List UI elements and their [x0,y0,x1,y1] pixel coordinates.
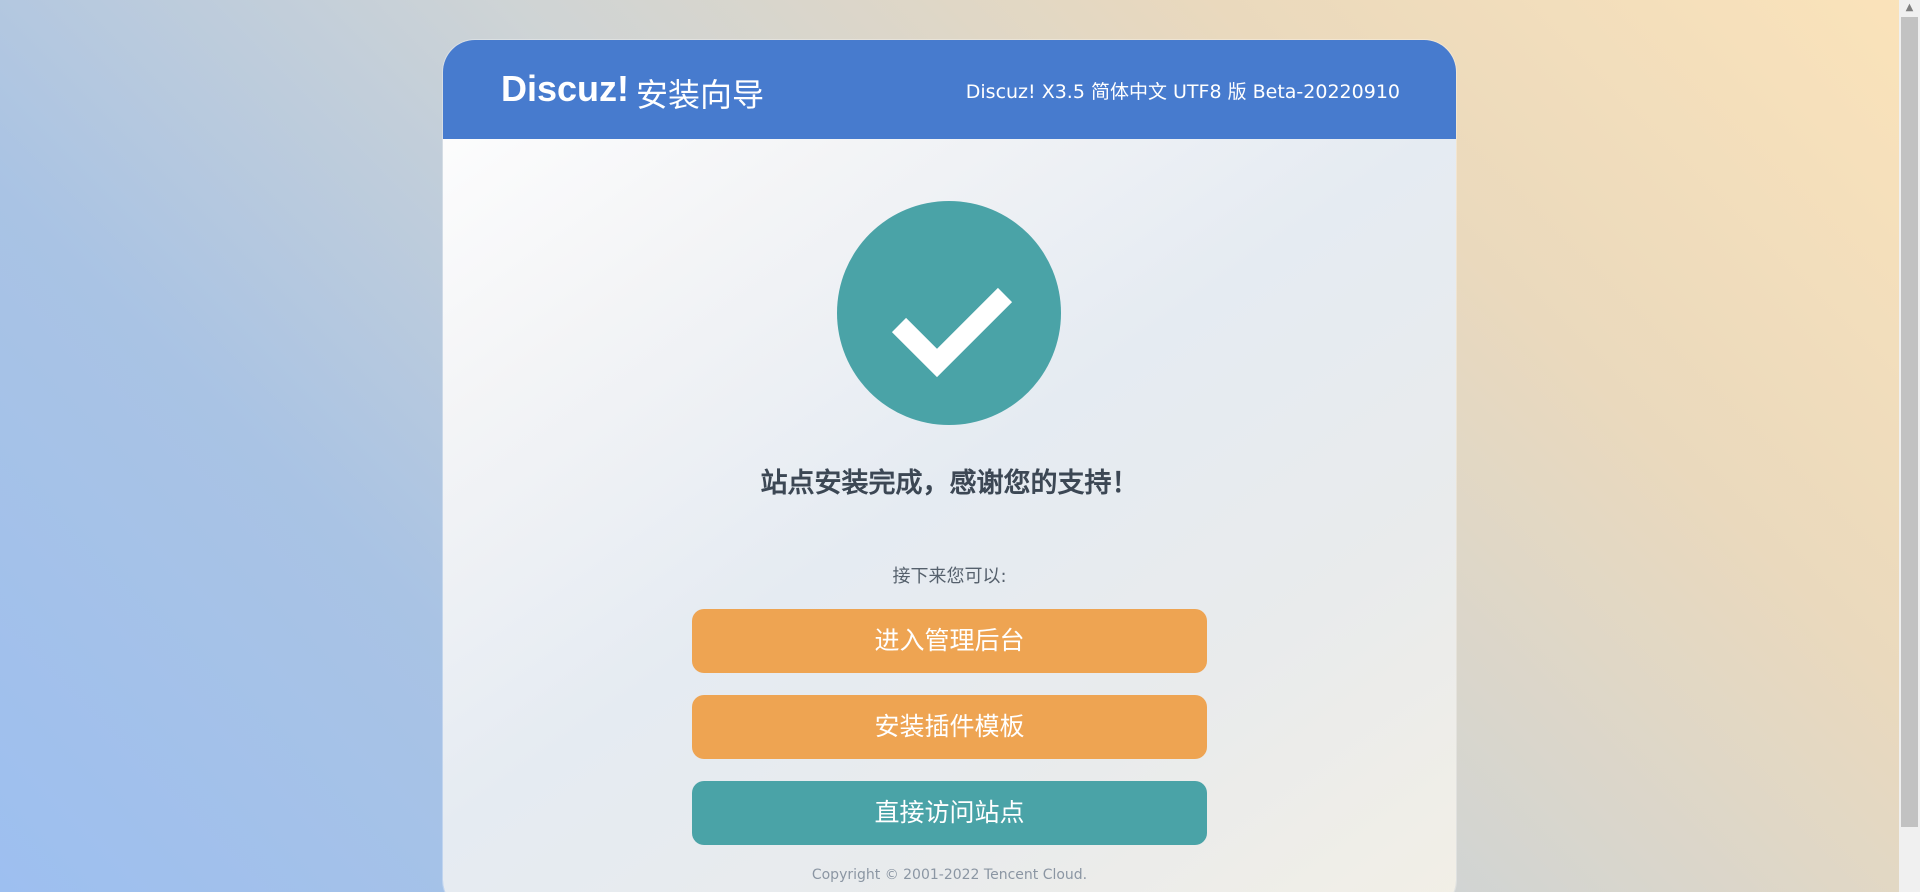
install-header: Discuz! 安装向导 Discuz! X3.5 简体中文 UTF8 版 Be… [443,40,1456,139]
checkmark-icon [891,287,1013,378]
vertical-scrollbar[interactable]: ▲ [1899,0,1920,892]
wizard-title: 安装向导 [636,76,765,114]
install-plugins-button[interactable]: 安装插件模板 [692,695,1207,759]
admin-panel-button[interactable]: 进入管理后台 [692,609,1207,673]
version-text: Discuz! X3.5 简体中文 UTF8 版 Beta-20220910 [965,81,1400,103]
completion-title: 站点安装完成，感谢您的支持！ [760,468,1139,499]
visit-site-button[interactable]: 直接访问站点 [692,781,1207,845]
scrollbar-thumb[interactable] [1901,17,1918,827]
success-badge [837,201,1061,425]
next-steps-label: 接下来您可以: [892,566,1007,587]
scroll-up-arrow-icon[interactable]: ▲ [1899,0,1920,16]
discuz-logo: Discuz! [501,68,630,109]
copyright-text: Copyright © 2001-2022 Tencent Cloud. [811,867,1088,883]
install-card: Discuz! 安装向导 Discuz! X3.5 简体中文 UTF8 版 Be… [443,40,1456,892]
